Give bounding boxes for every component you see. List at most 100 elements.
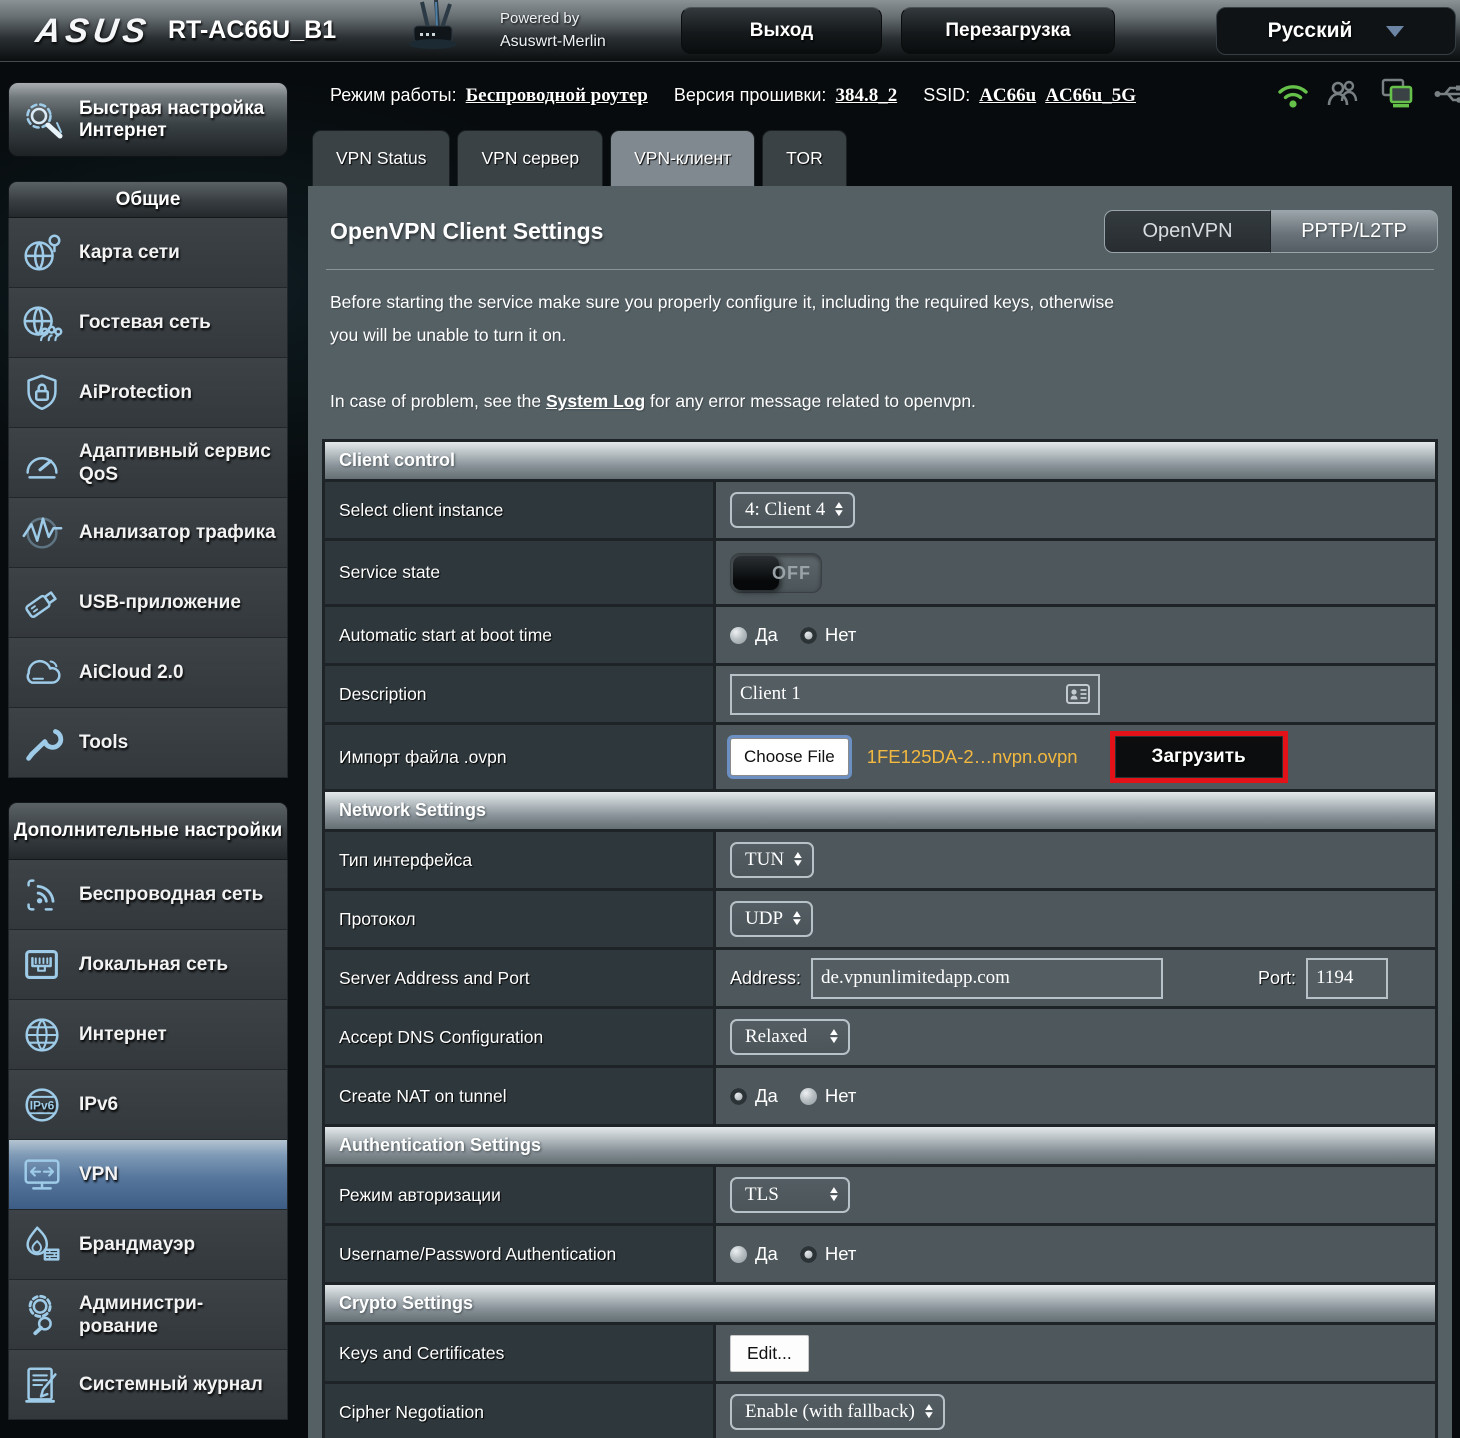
description-input[interactable] [740, 683, 1040, 705]
sidebar-item-tools[interactable]: Tools [8, 708, 288, 778]
sidebar-item-lan[interactable]: Локальная сеть [8, 930, 288, 1000]
wan-icon [15, 1012, 69, 1058]
qos-icon [15, 440, 69, 486]
ssid-24g-link[interactable]: AC66u [979, 85, 1036, 107]
radio-no[interactable] [799, 626, 817, 644]
client-instance-select[interactable]: 4: Client 4 ▲ ▼ [730, 492, 856, 528]
sidebar-item-aiprotection[interactable]: AiProtection [8, 358, 288, 428]
aicloud-icon [15, 650, 69, 696]
sidebar-item-network-map[interactable]: Карта сети [8, 218, 288, 288]
radio-no[interactable] [799, 1087, 817, 1105]
sidebar-item-wireless[interactable]: Беспроводная сеть [8, 860, 288, 930]
row-value: Edit... [716, 1325, 1435, 1381]
firmware-version-link[interactable]: 384.8_2 [835, 85, 897, 107]
lan-devices-icon[interactable] [1380, 78, 1416, 110]
row-value [716, 666, 1435, 722]
tab-vpn-status[interactable]: VPN Status [312, 130, 451, 186]
sidebar-item-traffic-analyzer[interactable]: Анализатор трафика [8, 498, 288, 568]
protocol-select[interactable]: UDP ▲ ▼ [730, 901, 813, 937]
quick-setup-icon [17, 96, 71, 144]
lan-icon [15, 942, 69, 988]
radio-yes[interactable] [730, 1245, 747, 1263]
service-state-toggle[interactable]: OFF [730, 552, 822, 593]
reboot-button[interactable]: Перезагрузка [901, 7, 1115, 54]
system-log-link[interactable]: System Log [546, 391, 645, 411]
address-book-icon[interactable] [1066, 684, 1090, 704]
highlight-box: Загрузить [1109, 731, 1288, 783]
port-field-wrap [1306, 957, 1389, 999]
row-value: Choose File 1FE125DA-2…nvpn.ovpn Загрузи… [716, 725, 1435, 789]
usb-icon[interactable] [1433, 81, 1460, 107]
quick-setup-button[interactable]: Быстрая настройка Интернет [8, 82, 288, 157]
problem-text: In case of problem, see the System Log f… [330, 391, 976, 411]
ovpn-filename: 1FE125DA-2…nvpn.ovpn [866, 746, 1078, 767]
radio-no[interactable] [799, 1245, 817, 1263]
row-value: 4: Client 4 ▲ ▼ [716, 482, 1435, 538]
select-arrows-icon: ▲ ▼ [832, 500, 846, 519]
sidebar-item-vpn[interactable]: VPN [8, 1140, 288, 1210]
sidebar-section-advanced: Дополнительные настройки [8, 802, 288, 860]
tab-tor[interactable]: TOR [762, 130, 847, 186]
powered-by: Powered by Asuswrt-Merlin [500, 7, 606, 53]
row-label: Режим авторизации [325, 1167, 713, 1223]
openvpn-button[interactable]: OpenVPN [1104, 210, 1271, 253]
row-value: TUN ▲ ▼ [716, 832, 1435, 888]
upload-button[interactable]: Загрузить [1114, 736, 1283, 778]
ssid-5g-link[interactable]: AC66u_5G [1045, 85, 1136, 107]
sidebar-item-qos[interactable]: Адаптивный сервис QoS [8, 428, 288, 498]
select-arrows-icon: ▲ ▼ [790, 909, 804, 928]
sidebar-item-wan[interactable]: Интернет [8, 1000, 288, 1070]
select-arrows-icon: ▲ ▼ [922, 1402, 936, 1421]
address-field-wrap [811, 957, 1164, 999]
sidebar: Быстрая настройка Интернет Общие Карта с… [8, 82, 288, 1420]
radio-yes[interactable] [730, 626, 747, 644]
intro-text: Before starting the service make sure yo… [330, 292, 1115, 345]
sidebar-item-guest-network[interactable]: Гостевая сеть [8, 288, 288, 358]
vpn-tabs: VPN Status VPN сервер VPN-клиент TOR [312, 130, 847, 186]
row-value: TLS ▲ ▼ [716, 1167, 1435, 1223]
row-label: Automatic start at boot time [325, 607, 713, 663]
vpn-type-toggle: OpenVPN PPTP/L2TP [1104, 210, 1438, 253]
sidebar-item-ipv6[interactable]: IPv6 IPv6 [8, 1070, 288, 1140]
cipher-negotiation-select[interactable]: Enable (with fallback) ▲ ▼ [730, 1394, 945, 1430]
logout-button[interactable]: Выход [681, 7, 882, 54]
sidebar-item-aicloud[interactable]: AiCloud 2.0 [8, 638, 288, 708]
auth-mode-select[interactable]: TLS ▲ ▼ [730, 1177, 850, 1213]
choose-file-button[interactable]: Choose File [730, 738, 849, 776]
svg-text:IPv6: IPv6 [30, 1098, 55, 1112]
row-value: OFF [716, 541, 1435, 604]
select-arrows-icon: ▲ ▼ [827, 1185, 841, 1204]
dns-config-select[interactable]: Relaxed ▲ ▼ [730, 1019, 850, 1055]
settings-table: Client control Select client instance 4:… [322, 439, 1438, 1438]
section-authentication-settings: Authentication Settings [325, 1127, 1435, 1164]
select-arrows-icon: ▲ ▼ [827, 1027, 841, 1046]
asus-logo[interactable]: ASUS [33, 12, 153, 51]
row-label: Select client instance [325, 482, 713, 538]
row-label: Keys and Certificates [325, 1325, 713, 1381]
language-dropdown[interactable]: Русский [1216, 7, 1456, 55]
interface-type-select[interactable]: TUN ▲ ▼ [730, 842, 814, 878]
row-label: Cipher Negotiation [325, 1384, 713, 1438]
vpn-icon [15, 1152, 69, 1198]
wifi-icon[interactable] [1276, 79, 1310, 109]
tab-vpn-server[interactable]: VPN сервер [457, 130, 604, 186]
firmware-label: Версия прошивки: [673, 85, 827, 105]
pptp-l2tp-button[interactable]: PPTP/L2TP [1271, 210, 1438, 253]
server-port-input[interactable] [1316, 967, 1381, 989]
row-value: Address: Port: [716, 950, 1435, 1006]
tab-vpn-client[interactable]: VPN-клиент [610, 130, 756, 186]
router-image [409, 0, 457, 49]
sidebar-item-label: USB-приложение [79, 592, 241, 613]
edit-keys-button[interactable]: Edit... [730, 1334, 809, 1372]
sidebar-item-system-log[interactable]: Системный журнал [8, 1350, 288, 1420]
nat-radio-group: Да Нет [730, 1085, 870, 1107]
row-value: Да Нет [716, 1226, 1435, 1282]
sidebar-item-administration[interactable]: Администри-рование [8, 1280, 288, 1350]
radio-yes[interactable] [730, 1087, 747, 1105]
server-address-input[interactable] [821, 967, 1152, 989]
clients-icon[interactable] [1327, 79, 1363, 109]
guest-network-icon [15, 300, 69, 346]
operation-mode-link[interactable]: Беспроводной роутер [466, 85, 648, 107]
sidebar-item-firewall[interactable]: Брандмауэр [8, 1210, 288, 1280]
sidebar-item-usb-application[interactable]: USB-приложение [8, 568, 288, 638]
